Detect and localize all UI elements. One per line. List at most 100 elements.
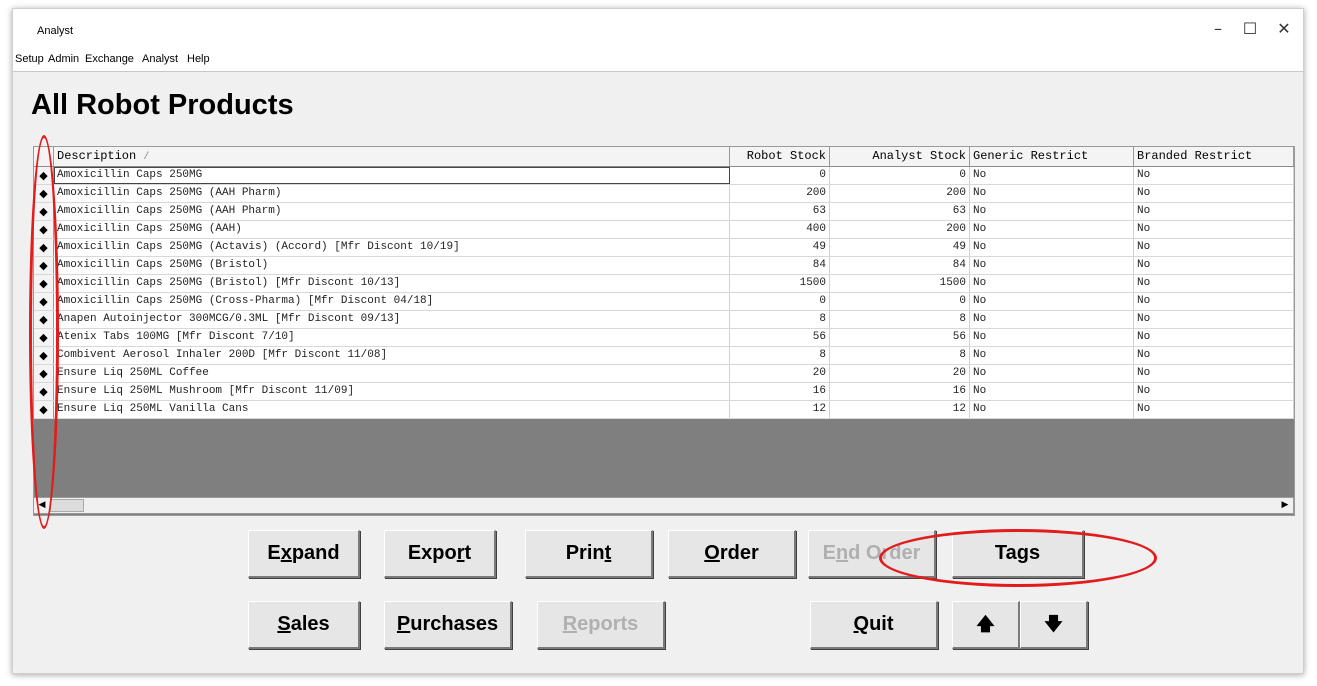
row-marker-icon[interactable]: ◆ [34,293,54,310]
cell-branded-restrict[interactable]: No [1134,185,1294,202]
cell-generic-restrict[interactable]: No [970,311,1134,328]
cell-description[interactable]: Amoxicillin Caps 250MG (Bristol) [54,257,730,274]
table-row[interactable]: ◆ Amoxicillin Caps 250MG 0 0 No No [34,167,1294,185]
cell-analyst-stock[interactable]: 84 [830,257,970,274]
menu-analyst[interactable]: Analyst [142,53,178,65]
cell-robot-stock[interactable]: 20 [730,365,830,382]
cell-robot-stock[interactable]: 16 [730,383,830,400]
cell-analyst-stock[interactable]: 49 [830,239,970,256]
column-header-description[interactable]: Description / [54,147,730,166]
cell-analyst-stock[interactable]: 200 [830,221,970,238]
cell-analyst-stock[interactable]: 1500 [830,275,970,292]
cell-branded-restrict[interactable]: No [1134,347,1294,364]
row-marker-icon[interactable]: ◆ [34,347,54,364]
cell-branded-restrict[interactable]: No [1134,293,1294,310]
cell-robot-stock[interactable]: 1500 [730,275,830,292]
cell-robot-stock[interactable]: 0 [730,167,830,184]
quit-button[interactable]: Quit [810,601,938,649]
horizontal-scrollbar[interactable]: ◀ ▶ [33,497,1294,514]
cell-generic-restrict[interactable]: No [970,203,1134,220]
cell-robot-stock[interactable]: 0 [730,293,830,310]
cell-robot-stock[interactable]: 49 [730,239,830,256]
cell-branded-restrict[interactable]: No [1134,257,1294,274]
cell-generic-restrict[interactable]: No [970,239,1134,256]
row-marker-icon[interactable]: ◆ [34,383,54,400]
table-row[interactable]: ◆ Amoxicillin Caps 250MG (AAH Pharm) 200 20… [34,185,1294,203]
table-row[interactable]: ◆ Amoxicillin Caps 250MG (Cross-Pharma) [… [34,293,1294,311]
export-button[interactable]: Export [384,530,496,578]
cell-description[interactable]: Ensure Liq 250ML Vanilla Cans [54,401,730,418]
cell-robot-stock[interactable]: 400 [730,221,830,238]
column-header-robot-stock[interactable]: Robot Stock [730,147,830,166]
purchases-button[interactable]: Purchases [384,601,512,649]
cell-robot-stock[interactable]: 8 [730,311,830,328]
tags-button[interactable]: Tags [952,530,1084,578]
cell-analyst-stock[interactable]: 200 [830,185,970,202]
cell-branded-restrict[interactable]: No [1134,239,1294,256]
cell-generic-restrict[interactable]: No [970,185,1134,202]
cell-branded-restrict[interactable]: No [1134,275,1294,292]
cell-description[interactable]: Ensure Liq 250ML Mushroom [Mfr Discont 1… [54,383,730,400]
cell-analyst-stock[interactable]: 63 [830,203,970,220]
menu-exchange[interactable]: Exchange [85,53,134,65]
cell-branded-restrict[interactable]: No [1134,383,1294,400]
cell-generic-restrict[interactable]: No [970,401,1134,418]
cell-description[interactable]: Amoxicillin Caps 250MG (AAH) [54,221,730,238]
row-marker-icon[interactable]: ◆ [34,401,54,418]
cell-generic-restrict[interactable]: No [970,383,1134,400]
row-marker-icon[interactable]: ◆ [34,203,54,220]
row-selector-header[interactable] [34,147,54,166]
cell-branded-restrict[interactable]: No [1134,329,1294,346]
table-row[interactable]: ◆ Amoxicillin Caps 250MG (AAH) 400 200 No No [34,221,1294,239]
cell-robot-stock[interactable]: 63 [730,203,830,220]
sales-button[interactable]: Sales [248,601,360,649]
table-row[interactable]: ◆ Amoxicillin Caps 250MG (Bristol) 84 84 No N… [34,257,1294,275]
row-marker-icon[interactable]: ◆ [34,311,54,328]
close-icon[interactable]: ✕ [1269,19,1299,38]
cell-analyst-stock[interactable]: 20 [830,365,970,382]
scroll-thumb[interactable] [50,499,84,512]
cell-description[interactable]: Amoxicillin Caps 250MG [54,167,730,184]
row-marker-icon[interactable]: ◆ [34,221,54,238]
cell-robot-stock[interactable]: 12 [730,401,830,418]
expand-button[interactable]: Expand [248,530,360,578]
cell-description[interactable]: Atenix Tabs 100MG [Mfr Discont 7/10] [54,329,730,346]
row-marker-icon[interactable]: ◆ [34,257,54,274]
cell-analyst-stock[interactable]: 8 [830,347,970,364]
row-marker-icon[interactable]: ◆ [34,329,54,346]
table-row[interactable]: ◆ Amoxicillin Caps 250MG (Actavis) (Accor… [34,239,1294,257]
cell-robot-stock[interactable]: 200 [730,185,830,202]
cell-description[interactable]: Anapen Autoinjector 300MCG/0.3ML [Mfr Di… [54,311,730,328]
cell-generic-restrict[interactable]: No [970,329,1134,346]
cell-branded-restrict[interactable]: No [1134,311,1294,328]
cell-robot-stock[interactable]: 84 [730,257,830,274]
table-row[interactable]: ◆ Ensure Liq 250ML Coffee 20 20 No No [34,365,1294,383]
cell-analyst-stock[interactable]: 16 [830,383,970,400]
column-header-generic-restrict[interactable]: Generic Restrict [970,147,1134,166]
print-button[interactable]: Print [525,530,653,578]
row-marker-icon[interactable]: ◆ [34,185,54,202]
cell-branded-restrict[interactable]: No [1134,167,1294,184]
table-row[interactable]: ◆ Ensure Liq 250ML Vanilla Cans 12 12 No No [34,401,1294,419]
products-grid[interactable]: Description / Robot Stock Analyst Stock … [33,146,1295,516]
cell-generic-restrict[interactable]: No [970,347,1134,364]
row-marker-icon[interactable]: ◆ [34,239,54,256]
minimize-icon[interactable]: – [1203,19,1233,38]
cell-description[interactable]: Amoxicillin Caps 250MG (AAH Pharm) [54,185,730,202]
scroll-right-icon[interactable]: ▶ [1277,498,1293,513]
move-down-button[interactable]: 🡇 [1020,601,1088,649]
cell-branded-restrict[interactable]: No [1134,203,1294,220]
menu-setup[interactable]: Setup [15,53,44,65]
cell-description[interactable]: Amoxicillin Caps 250MG (Cross-Pharma) [M… [54,293,730,310]
cell-branded-restrict[interactable]: No [1134,365,1294,382]
column-header-branded-restrict[interactable]: Branded Restrict [1134,147,1294,166]
table-row[interactable]: ◆ Amoxicillin Caps 250MG (Bristol) [Mfr D… [34,275,1294,293]
move-up-button[interactable]: 🡅 [952,601,1020,649]
cell-description[interactable]: Ensure Liq 250ML Coffee [54,365,730,382]
cell-description[interactable]: Amoxicillin Caps 250MG (Actavis) (Accord… [54,239,730,256]
row-marker-icon[interactable]: ◆ [34,275,54,292]
cell-description[interactable]: Amoxicillin Caps 250MG (AAH Pharm) [54,203,730,220]
column-header-analyst-stock[interactable]: Analyst Stock [830,147,970,166]
menu-admin[interactable]: Admin [48,53,79,65]
row-marker-icon[interactable]: ◆ [34,365,54,382]
